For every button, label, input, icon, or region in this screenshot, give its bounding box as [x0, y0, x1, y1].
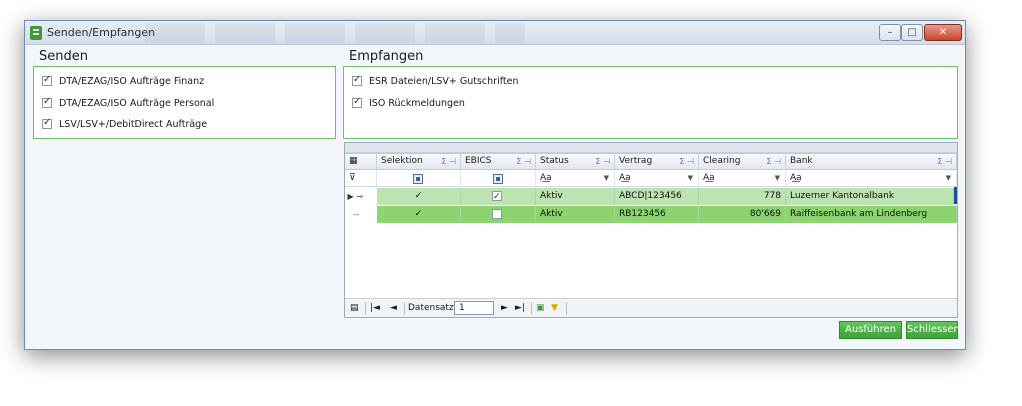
column-header-vertrag[interactable]: Vertrag Σ ⊣	[615, 154, 699, 169]
previous-record-button[interactable]: ◄	[390, 301, 397, 316]
empfangen-item-label: ISO Rückmeldungen	[369, 97, 465, 109]
maximize-button[interactable]: □	[901, 24, 923, 41]
execute-button[interactable]: Ausführen	[839, 321, 902, 339]
grid-filter-row: ⊽ A͟a ▼ A͟a ▼ A͟a ▼ A͟a ▼	[345, 171, 957, 187]
first-record-button[interactable]: |◄	[370, 301, 380, 316]
column-options-icon[interactable]: Σ ⊣	[766, 154, 781, 169]
column-header-clearing[interactable]: Clearing Σ ⊣	[699, 154, 786, 169]
table-row[interactable]: ⊸ ✓ Aktiv RB123456 80'669 Raiffeisenbank…	[345, 206, 957, 223]
senden-item-label: DTA/EZAG/ISO Aufträge Personal	[59, 97, 215, 109]
filter-ebics[interactable]	[461, 171, 536, 186]
cell-bank[interactable]: Raiffeisenbank am Lindenberg	[786, 206, 957, 223]
column-options-icon[interactable]: Σ ⊣	[516, 154, 531, 169]
checkbox[interactable]	[352, 96, 362, 108]
empfangen-group: ESR Dateien/LSV+ Gutschriften ISO Rückme…	[343, 66, 958, 139]
grid-header-row: ▦ Selektion Σ ⊣ EBICS Σ ⊣ Status Σ ⊣ Vertra…	[345, 153, 957, 170]
column-options-icon[interactable]: Σ ⊣	[441, 154, 456, 169]
next-record-button[interactable]: ►	[501, 301, 508, 316]
cell-selektion[interactable]: ✓	[377, 206, 461, 223]
column-header-bank[interactable]: Bank Σ ⊣	[786, 154, 957, 169]
app-icon	[30, 26, 42, 40]
cell-vertrag[interactable]: ABCD|123456	[615, 188, 699, 205]
senden-item-label: DTA/EZAG/ISO Aufträge Finanz	[59, 75, 205, 87]
filter-vertrag[interactable]: A͟a ▼	[615, 171, 699, 186]
empfangen-item-label: ESR Dateien/LSV+ Gutschriften	[369, 75, 519, 87]
senden-empfangen-window: Senden/Empfangen – □ ✕ Senden DTA/EZAG/I…	[24, 20, 966, 350]
filter-selektion[interactable]	[377, 171, 461, 186]
close-window-button[interactable]: ✕	[924, 24, 962, 41]
row-indicator: ⊸	[345, 206, 375, 223]
column-header-ebics[interactable]: EBICS Σ ⊣	[461, 154, 536, 169]
checkbox[interactable]	[42, 96, 52, 108]
checkbox[interactable]	[42, 74, 52, 86]
separator	[404, 302, 405, 315]
separator	[566, 302, 567, 315]
senden-item-finanz[interactable]: DTA/EZAG/ISO Aufträge Finanz	[42, 73, 204, 89]
cell-status[interactable]: Aktiv	[536, 206, 615, 223]
filter-funnel-icon[interactable]: ▼	[551, 301, 558, 316]
filter-bank[interactable]: A͟a ▼	[786, 171, 957, 186]
record-number-input[interactable]: 1	[454, 301, 494, 315]
window-title: Senden/Empfangen	[47, 26, 156, 39]
record-label: Datensatz	[408, 303, 454, 313]
close-button[interactable]: Schliessen	[906, 321, 960, 339]
title-bar: Senden/Empfangen – □ ✕	[25, 21, 965, 45]
chevron-down-icon[interactable]: ▼	[688, 171, 693, 186]
checkbox[interactable]	[42, 117, 52, 129]
senden-header: Senden	[39, 49, 88, 64]
column-options-icon[interactable]: Σ ⊣	[595, 154, 610, 169]
grid-navigator: ▤ |◄ ◄ Datensatz 1 ► ►| ▣ ▼	[345, 298, 957, 317]
cell-clearing[interactable]: 778	[699, 188, 786, 205]
last-record-button[interactable]: ►|	[515, 301, 525, 316]
empfangen-item-iso[interactable]: ISO Rückmeldungen	[352, 95, 465, 111]
checkbox[interactable]	[492, 189, 502, 206]
background-ribbon-ghost	[145, 23, 525, 43]
column-header-status[interactable]: Status Σ ⊣	[536, 154, 615, 169]
excel-export-icon[interactable]: ▣	[536, 301, 545, 316]
cell-status[interactable]: Aktiv	[536, 188, 615, 205]
column-options-icon[interactable]: Σ ⊣	[937, 154, 952, 169]
filter-clearing[interactable]: A͟a ▼	[699, 171, 786, 186]
cell-ebics[interactable]	[461, 206, 536, 223]
checkbox[interactable]	[352, 74, 362, 86]
chevron-down-icon[interactable]: ▼	[775, 171, 780, 186]
cell-clearing[interactable]: 80'669	[699, 206, 786, 223]
table-row[interactable]: ▶ ⊸ ✓ Aktiv ABCD|123456 778 Luzerner Kan…	[345, 188, 957, 206]
filter-status[interactable]: A͟a ▼	[536, 171, 615, 186]
filter-checkbox[interactable]	[493, 174, 503, 184]
current-row-marker	[954, 187, 957, 204]
chevron-down-icon[interactable]: ▼	[946, 171, 951, 186]
empfangen-item-esr[interactable]: ESR Dateien/LSV+ Gutschriften	[352, 73, 518, 89]
senden-item-lsv[interactable]: LSV/LSV+/DebitDirect Aufträge	[42, 116, 207, 132]
cell-bank[interactable]: Luzerner Kantonalbank	[786, 188, 954, 205]
separator	[365, 302, 366, 315]
column-header-selektion[interactable]: Selektion Σ ⊣	[377, 154, 461, 169]
checkbox[interactable]	[492, 209, 502, 219]
senden-item-personal[interactable]: DTA/EZAG/ISO Aufträge Personal	[42, 95, 214, 111]
filter-checkbox[interactable]	[413, 174, 423, 184]
cell-ebics[interactable]	[461, 188, 536, 206]
separator	[531, 302, 532, 315]
senden-group: DTA/EZAG/ISO Aufträge Finanz DTA/EZAG/IS…	[33, 66, 336, 139]
row-indicator: ▶ ⊸	[345, 188, 375, 205]
column-chooser-icon[interactable]: ▦	[345, 154, 377, 169]
contracts-grid: ▦ Selektion Σ ⊣ EBICS Σ ⊣ Status Σ ⊣ Vertra…	[344, 142, 958, 318]
empfangen-header: Empfangen	[349, 49, 424, 64]
cell-selektion[interactable]: ✓	[377, 188, 461, 205]
navigator-menu-icon[interactable]: ▤	[350, 301, 359, 316]
filter-icon: ⊽	[345, 171, 377, 186]
chevron-down-icon[interactable]: ▼	[604, 171, 609, 186]
grid-group-panel	[345, 143, 957, 153]
cell-vertrag[interactable]: RB123456	[615, 206, 699, 223]
column-options-icon[interactable]: Σ ⊣	[679, 154, 694, 169]
minimize-button[interactable]: –	[879, 24, 901, 41]
senden-item-label: LSV/LSV+/DebitDirect Aufträge	[59, 118, 208, 130]
